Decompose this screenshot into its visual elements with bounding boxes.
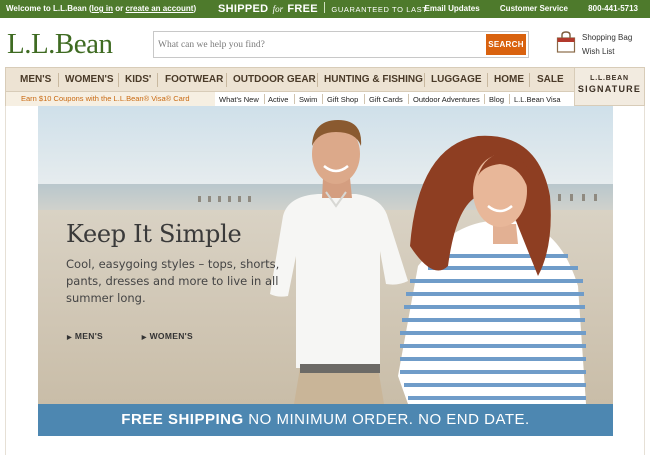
hero-links: ▶ MEN'S ▶ WOMEN'S	[67, 331, 229, 341]
login-link[interactable]: log in	[92, 4, 113, 13]
phone-number: 800-441-5713	[588, 4, 638, 13]
subnav-divider	[364, 94, 365, 104]
signature-label: SIGNATURE	[577, 84, 642, 94]
sub-nav: Earn $10 Coupons with the L.L.Bean® Visa…	[5, 92, 574, 106]
nav-item-home[interactable]: HOME	[494, 74, 524, 85]
subnav-whats-new[interactable]: What's New	[219, 95, 259, 104]
nav-divider	[317, 73, 318, 87]
subnav-active[interactable]: Active	[268, 95, 288, 104]
subnav-llbean-visa[interactable]: L.L.Bean Visa	[514, 95, 561, 104]
llbean-logo[interactable]: L.L.Bean	[7, 28, 113, 61]
subnav-divider	[509, 94, 510, 104]
hero-womens-label: WOMEN'S	[149, 331, 193, 341]
llbean-signature-link[interactable]: L.L.BEAN SIGNATURE	[574, 67, 645, 106]
welcome-message: Welcome to L.L.Bean (log in or create an…	[6, 4, 196, 13]
signature-brand: L.L.BEAN	[590, 75, 629, 82]
hero-beach-photo	[38, 106, 613, 404]
or-text: or	[115, 4, 124, 13]
subnav-divider	[294, 94, 295, 104]
search-box: SEARCH	[153, 31, 529, 58]
subnav-blog[interactable]: Blog	[489, 95, 504, 104]
nav-divider	[529, 73, 530, 87]
subnav-divider	[484, 94, 485, 104]
subnav-divider	[322, 94, 323, 104]
promo-shipped: SHIPPED	[218, 3, 269, 15]
hero-mens-link[interactable]: ▶ MEN'S	[67, 331, 121, 341]
hero-headline: Keep It Simple	[66, 220, 242, 248]
promo-free: FREE	[287, 3, 318, 15]
wish-list-link[interactable]: Wish List	[582, 45, 632, 59]
nav-divider	[118, 73, 119, 87]
nav-item-luggage[interactable]: LUGGAGE	[431, 74, 482, 85]
shopping-bag-link[interactable]: Shopping Bag	[582, 31, 632, 45]
subnav-outdoor-adventures[interactable]: Outdoor Adventures	[413, 95, 480, 104]
nav-divider	[226, 73, 227, 87]
subnav-swim[interactable]: Swim	[299, 95, 317, 104]
customer-service-link[interactable]: Customer Service	[500, 4, 568, 13]
nav-item-mens[interactable]: MEN'S	[20, 74, 51, 85]
play-arrow-icon: ▶	[141, 335, 147, 341]
welcome-text: Welcome to L.L.Bean (	[6, 4, 92, 13]
main-nav: MEN'S WOMEN'S KIDS' FOOTWEAR OUTDOOR GEA…	[5, 67, 645, 92]
free-shipping-bold: FREE SHIPPING	[121, 411, 244, 428]
subnav-gift-cards[interactable]: Gift Cards	[369, 95, 403, 104]
bag-links: Shopping Bag Wish List	[582, 31, 632, 59]
shipping-promo-banner[interactable]: SHIPPED for FREE GUARANTEED TO LAST	[218, 2, 427, 15]
subnav-divider	[264, 94, 265, 104]
nav-item-kids[interactable]: KIDS'	[125, 74, 151, 85]
nav-divider	[58, 73, 59, 87]
shopping-bag-icon[interactable]	[556, 31, 576, 53]
promo-for: for	[272, 4, 284, 14]
nav-divider	[487, 73, 488, 87]
nav-divider	[157, 73, 158, 87]
promo-divider	[324, 2, 326, 13]
hero-banner[interactable]: Keep It Simple Cool, easygoing styles – …	[38, 106, 613, 404]
subnav-divider	[408, 94, 409, 104]
nav-item-footwear[interactable]: FOOTWEAR	[165, 74, 223, 85]
hero-body-text: Cool, easygoing styles – tops, shorts, p…	[66, 257, 280, 305]
search-button[interactable]: SEARCH	[486, 34, 526, 55]
welcome-close: )	[193, 4, 197, 13]
nav-divider	[424, 73, 425, 87]
free-shipping-details: NO MINIMUM ORDER. NO END DATE.	[243, 411, 530, 428]
email-updates-link[interactable]: Email Updates	[425, 4, 480, 13]
visa-coupon-link[interactable]: Earn $10 Coupons with the L.L.Bean® Visa…	[6, 92, 215, 106]
top-bar: Welcome to L.L.Bean (log in or create an…	[0, 0, 650, 18]
nav-item-hunting-fishing[interactable]: HUNTING & FISHING	[324, 74, 423, 85]
hero-womens-link[interactable]: ▶ WOMEN'S	[142, 331, 211, 341]
hero-mens-label: MEN'S	[74, 331, 104, 341]
page: Welcome to L.L.Bean (log in or create an…	[0, 0, 650, 455]
nav-item-womens[interactable]: WOMEN'S	[65, 74, 114, 85]
search-input[interactable]	[158, 37, 478, 53]
create-account-link[interactable]: create an account	[125, 4, 193, 13]
play-arrow-icon: ▶	[67, 335, 72, 341]
top-utility-links: Email Updates Customer Service 800-441-5…	[407, 4, 638, 13]
free-shipping-banner[interactable]: FREE SHIPPING NO MINIMUM ORDER. NO END D…	[38, 404, 613, 436]
nav-item-outdoor-gear[interactable]: OUTDOOR GEAR	[233, 74, 316, 85]
nav-item-sale[interactable]: SALE	[537, 74, 564, 85]
subnav-gift-shop[interactable]: Gift Shop	[327, 95, 358, 104]
